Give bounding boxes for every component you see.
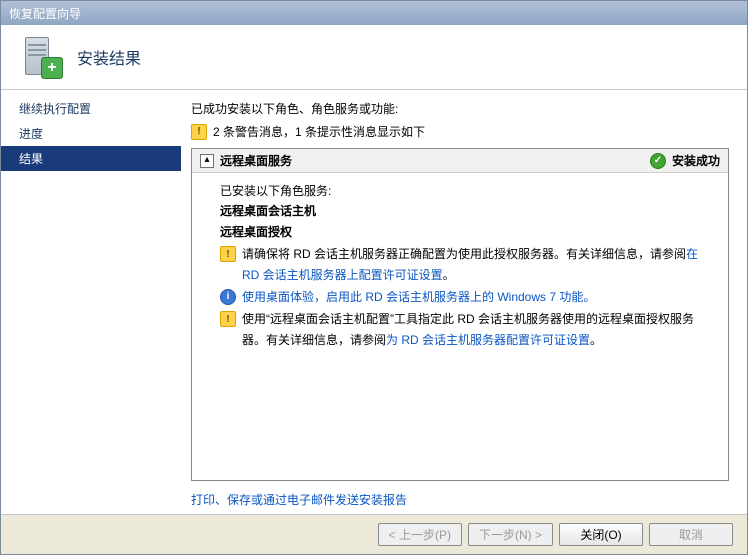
link-license-settings-server[interactable]: 为 RD 会话主机服务器配置许可证设置 (386, 333, 590, 347)
msg-rdsh-config-tool: ! 使用“远程桌面会话主机配置”工具指定此 RD 会话主机服务器使用的远程桌面授… (220, 309, 716, 350)
summary-line: ! 2 条警告消息，1 条提示性消息显示如下 (191, 123, 729, 140)
content-area: 已成功安装以下角色、角色服务或功能: ! 2 条警告消息，1 条提示性消息显示如… (181, 90, 747, 514)
header: + 安装结果 (1, 25, 747, 90)
warning-icon: ! (220, 246, 236, 262)
service-licensing: 远程桌面授权 (220, 222, 716, 242)
services-installed-label: 已安装以下角色服务: (220, 181, 716, 201)
link-print-save-email[interactable]: 打印、保存或通过电子邮件发送安装报告 (191, 493, 407, 507)
intro-text: 已成功安装以下角色、角色服务或功能: (191, 100, 729, 117)
window-title: 恢复配置向导 (9, 5, 81, 22)
nav-step-results[interactable]: 结果 (1, 146, 181, 171)
warning-icon: ! (191, 124, 207, 140)
summary-text: 2 条警告消息，1 条提示性消息显示如下 (213, 123, 425, 140)
titlebar: 恢复配置向导 (1, 1, 747, 25)
nav-step-progress[interactable]: 进度 (1, 121, 181, 146)
service-session-host: 远程桌面会话主机 (220, 201, 716, 221)
nav-sidebar: 继续执行配置 进度 结果 (1, 90, 181, 514)
link-desktop-experience[interactable]: 使用桌面体验，启用此 RD 会话主机服务器上的 Windows 7 功能。 (242, 290, 595, 304)
results-panel: ▴ 远程桌面服务 ✓ 安装成功 已安装以下角色服务: 远程桌面会话主机 远程桌面… (191, 148, 729, 481)
collapse-toggle[interactable]: ▴ (200, 154, 214, 168)
nav-step-continue[interactable]: 继续执行配置 (1, 96, 181, 121)
page-heading: 安装结果 (77, 45, 141, 69)
role-status: 安装成功 (672, 152, 720, 169)
cancel-button: 取消 (649, 523, 733, 546)
success-icon: ✓ (650, 153, 666, 169)
button-bar: < 上一步(P) 下一步(N) > 关闭(O) 取消 (1, 514, 747, 554)
role-header: ▴ 远程桌面服务 ✓ 安装成功 (192, 149, 728, 173)
wizard-window: 恢复配置向导 + 安装结果 继续执行配置 进度 结果 已成功安装以下角色、角色服… (0, 0, 748, 555)
next-button: 下一步(N) > (468, 523, 553, 546)
back-button: < 上一步(P) (378, 523, 462, 546)
info-icon: i (220, 289, 236, 305)
close-button[interactable]: 关闭(O) (559, 523, 643, 546)
server-add-icon: + (19, 35, 63, 79)
msg-configure-licensing: ! 请确保将 RD 会话主机服务器正确配置为使用此授权服务器。有关详细信息，请参… (220, 244, 716, 285)
role-title: 远程桌面服务 (220, 152, 630, 169)
warning-icon: ! (220, 311, 236, 327)
msg-desktop-experience: i 使用桌面体验，启用此 RD 会话主机服务器上的 Windows 7 功能。 (220, 287, 716, 307)
